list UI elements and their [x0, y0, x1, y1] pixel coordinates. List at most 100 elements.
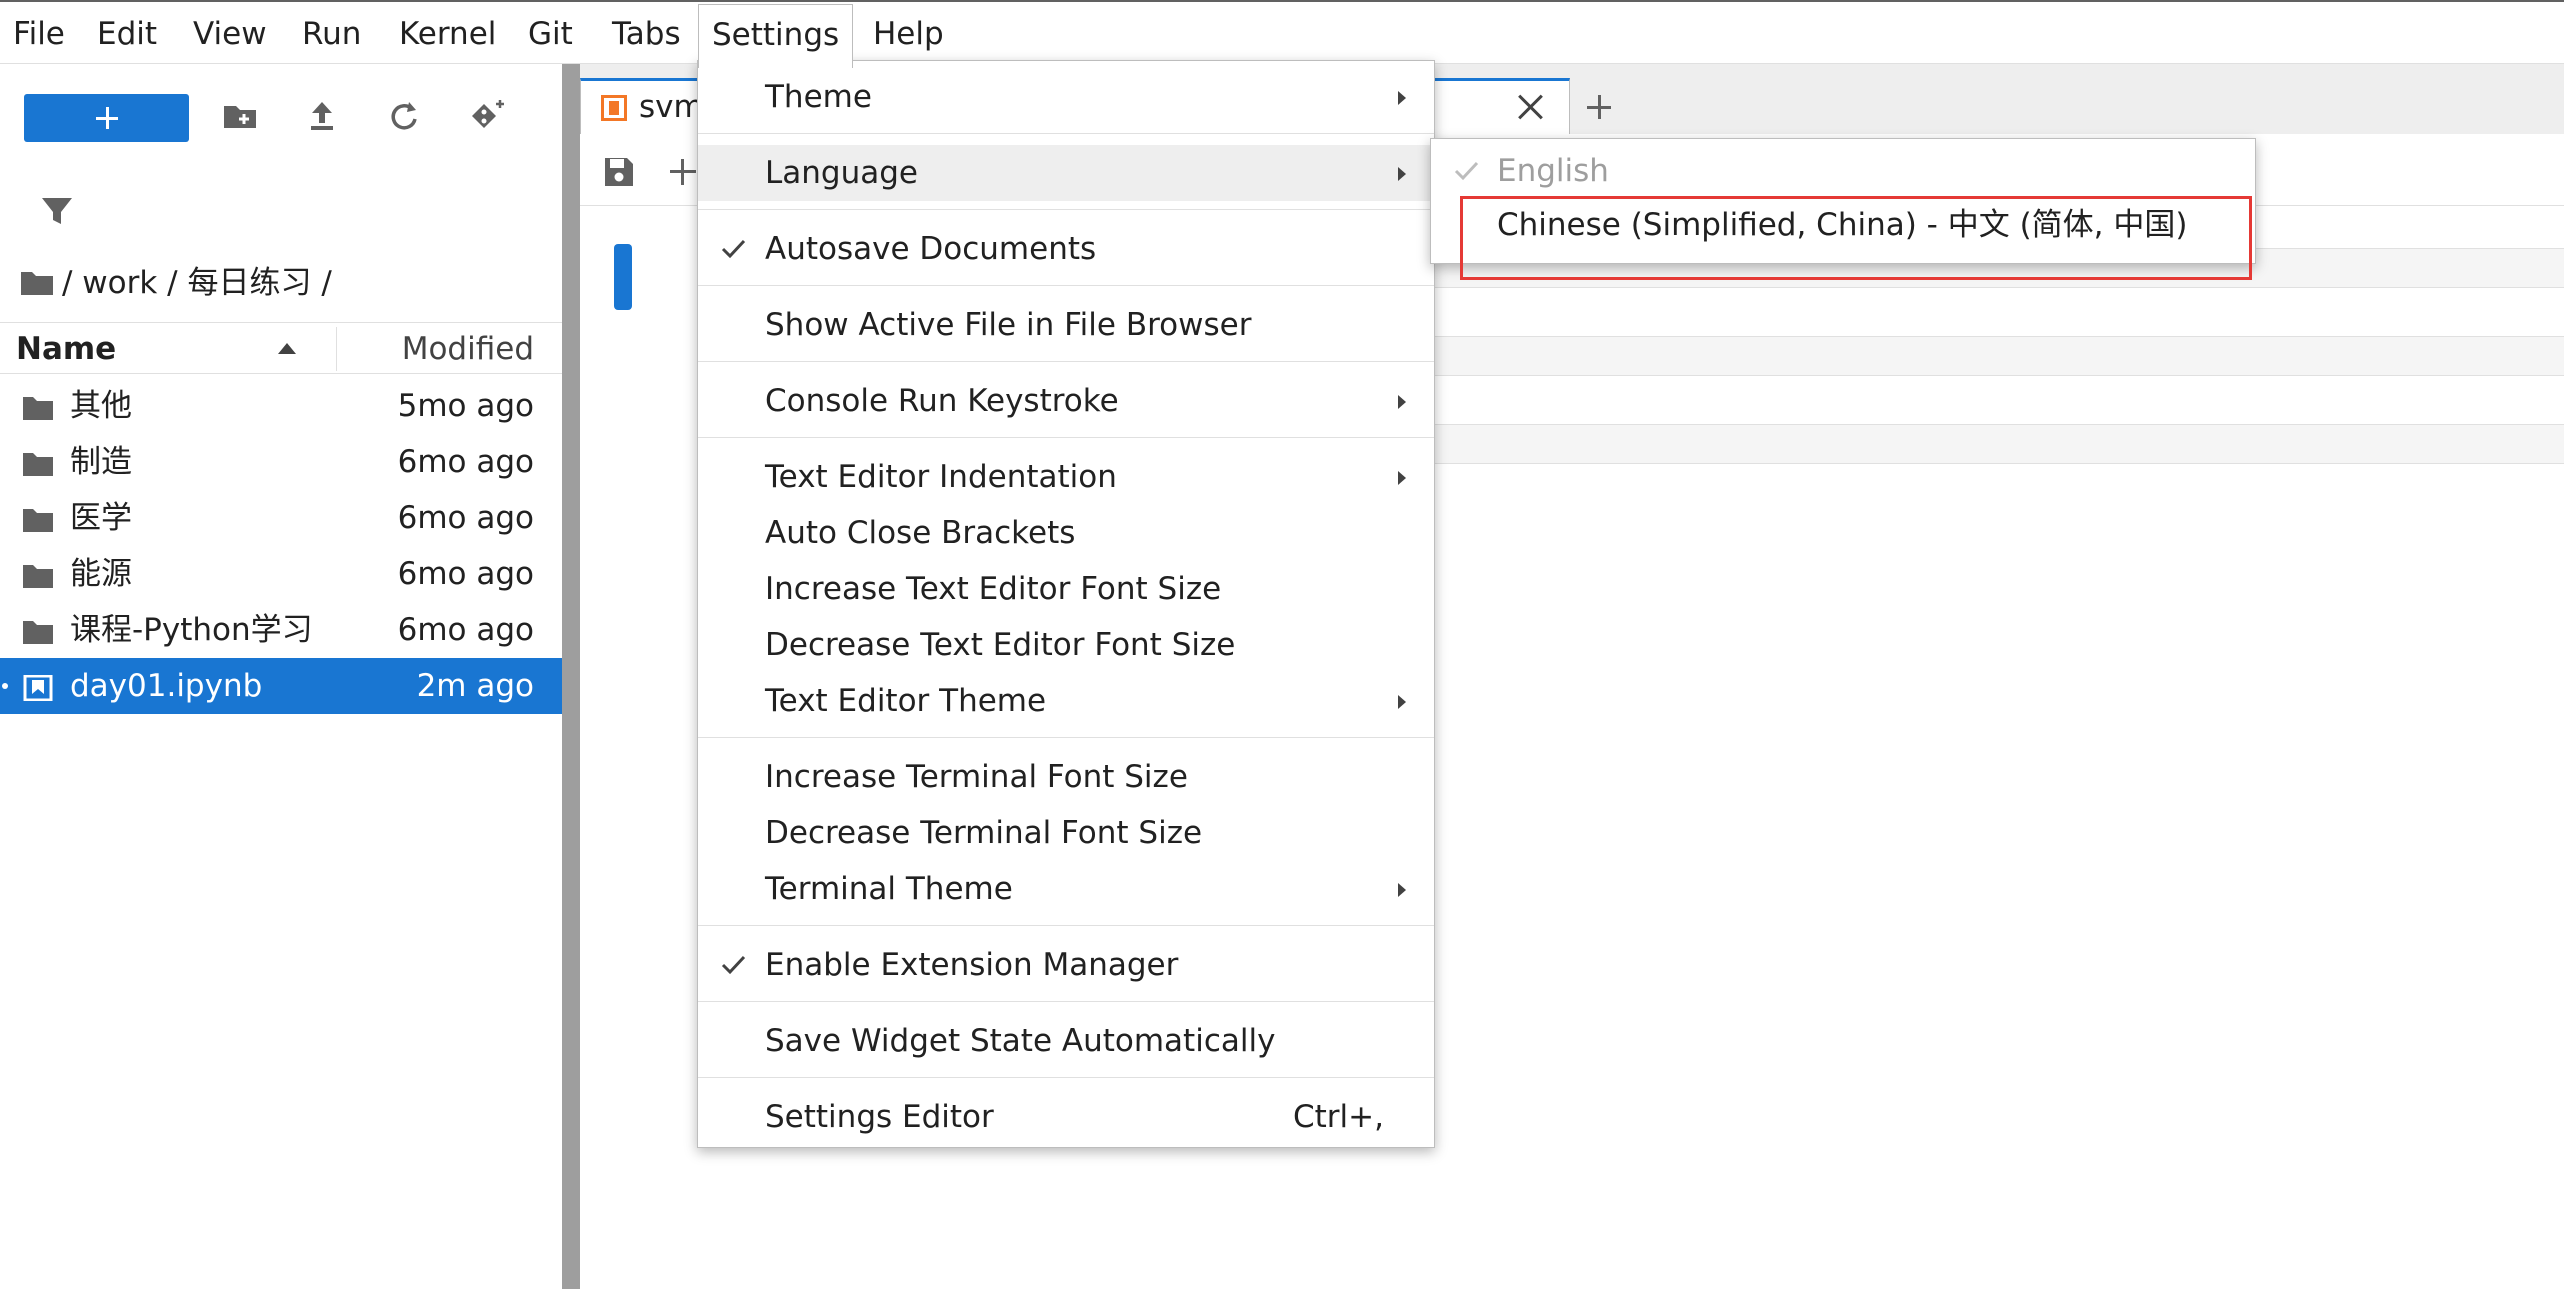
- file-modified: 6mo ago: [397, 556, 534, 592]
- menu-item-theme[interactable]: Theme: [698, 69, 1434, 125]
- notebook-icon: [601, 95, 627, 121]
- save-icon[interactable]: [602, 155, 636, 189]
- menu-help[interactable]: Help: [860, 4, 957, 64]
- git-clone-icon[interactable]: [464, 94, 508, 138]
- settings-dropdown-menu: Theme Language Autosave Documents Show A…: [697, 60, 1435, 1148]
- folder-icon: [22, 505, 54, 532]
- notebook-cell[interactable]: [1430, 424, 2564, 464]
- menu-item-console-run-keystroke[interactable]: Console Run Keystroke: [698, 373, 1434, 429]
- menu-item-label: Increase Terminal Font Size: [765, 759, 1188, 795]
- menu-item-save-widget-state[interactable]: Save Widget State Automatically: [698, 1013, 1434, 1069]
- submenu-arrow-icon: [1398, 167, 1406, 181]
- folder-icon: [22, 561, 54, 588]
- submenu-arrow-icon: [1398, 695, 1406, 709]
- menu-item-label: Settings Editor: [765, 1099, 994, 1135]
- language-submenu: English Chinese (Simplified, China) - 中文…: [1430, 138, 2256, 264]
- menu-item-enable-extension-manager[interactable]: Enable Extension Manager: [698, 937, 1434, 993]
- file-row[interactable]: 医学 6mo ago: [0, 490, 562, 546]
- menu-separator: [698, 1077, 1434, 1078]
- add-cell-icon[interactable]: [666, 155, 700, 189]
- menu-bar: File Edit View Run Kernel Git Tabs Setti…: [0, 0, 2564, 68]
- submenu-arrow-icon: [1398, 395, 1406, 409]
- menu-separator: [698, 925, 1434, 926]
- check-icon: [718, 233, 748, 263]
- file-modified: 6mo ago: [397, 444, 534, 480]
- file-row-selected[interactable]: day01.ipynb 2m ago: [0, 658, 562, 714]
- menu-tabs[interactable]: Tabs: [599, 4, 694, 64]
- menu-item-auto-close-brackets[interactable]: Auto Close Brackets: [698, 505, 1434, 561]
- menu-item-label: Auto Close Brackets: [765, 515, 1076, 551]
- breadcrumb: / work / 每日练习 /: [20, 258, 332, 308]
- submenu-arrow-icon: [1398, 883, 1406, 897]
- menu-item-label: Text Editor Theme: [765, 683, 1047, 719]
- file-name: day01.ipynb: [70, 668, 263, 704]
- menu-file[interactable]: File: [0, 4, 78, 64]
- menu-item-language[interactable]: Language: [698, 145, 1434, 201]
- menu-item-text-editor-theme[interactable]: Text Editor Theme: [698, 673, 1434, 729]
- file-name: 其他: [70, 388, 132, 424]
- file-row[interactable]: 能源 6mo ago: [0, 546, 562, 602]
- menu-view[interactable]: View: [180, 4, 280, 64]
- menu-item-label: Theme: [765, 79, 872, 115]
- menu-item-show-active-file[interactable]: Show Active File in File Browser: [698, 297, 1434, 353]
- running-indicator: [2, 683, 8, 689]
- language-option-english[interactable]: English: [1431, 143, 2255, 199]
- folder-icon: [22, 449, 54, 476]
- menu-run[interactable]: Run: [289, 4, 374, 64]
- menu-item-terminal-theme[interactable]: Terminal Theme: [698, 861, 1434, 917]
- menu-edit[interactable]: Edit: [84, 4, 170, 64]
- file-name: 能源: [70, 556, 132, 592]
- file-name: 课程-Python学习: [70, 612, 313, 648]
- menu-item-decrease-terminal-font[interactable]: Decrease Terminal Font Size: [698, 805, 1434, 861]
- menu-separator: [698, 737, 1434, 738]
- menu-item-label: Autosave Documents: [765, 231, 1097, 267]
- menu-item-autosave-documents[interactable]: Autosave Documents: [698, 221, 1434, 277]
- file-name: 医学: [70, 500, 132, 536]
- file-name: 制造: [70, 444, 132, 480]
- new-launcher-button[interactable]: [24, 94, 189, 142]
- folder-icon[interactable]: [20, 261, 54, 295]
- check-icon: [718, 949, 748, 979]
- submenu-arrow-icon: [1398, 471, 1406, 485]
- column-divider[interactable]: [336, 327, 337, 371]
- column-header-modified[interactable]: Modified: [402, 323, 534, 375]
- check-icon: [1451, 155, 1481, 185]
- menu-item-increase-terminal-font[interactable]: Increase Terminal Font Size: [698, 749, 1434, 805]
- menu-separator: [698, 361, 1434, 362]
- menu-item-settings-editor[interactable]: Settings Editor Ctrl+,: [698, 1089, 1434, 1145]
- new-folder-icon[interactable]: [218, 94, 262, 138]
- close-icon[interactable]: [1516, 93, 1544, 121]
- menu-git[interactable]: Git: [515, 4, 586, 64]
- refresh-icon[interactable]: [382, 94, 426, 138]
- menu-item-shortcut: Ctrl+,: [1293, 1099, 1384, 1135]
- file-modified: 5mo ago: [397, 388, 534, 424]
- notebook-cell[interactable]: [1430, 336, 2564, 376]
- menu-item-label: Save Widget State Automatically: [765, 1023, 1276, 1059]
- filter-icon[interactable]: [36, 190, 80, 234]
- menu-item-increase-text-editor-font[interactable]: Increase Text Editor Font Size: [698, 561, 1434, 617]
- menu-item-label: Console Run Keystroke: [765, 383, 1119, 419]
- file-row[interactable]: 课程-Python学习 6mo ago: [0, 602, 562, 658]
- language-option-chinese-simplified[interactable]: Chinese (Simplified, China) - 中文 (简体, 中国…: [1431, 197, 2255, 253]
- new-tab-button[interactable]: [1576, 82, 1622, 132]
- column-header-name[interactable]: Name: [16, 323, 116, 375]
- sidebar-resize-handle[interactable]: [562, 64, 580, 1289]
- file-row[interactable]: 其他 5mo ago: [0, 378, 562, 434]
- menu-item-label: Decrease Text Editor Font Size: [765, 627, 1236, 663]
- file-modified: 2m ago: [416, 668, 534, 704]
- menu-item-decrease-text-editor-font[interactable]: Decrease Text Editor Font Size: [698, 617, 1434, 673]
- breadcrumb-path[interactable]: / work / 每日练习 /: [62, 265, 332, 301]
- menu-separator: [698, 209, 1434, 210]
- menu-settings[interactable]: Settings: [698, 4, 854, 68]
- menu-item-label: Increase Text Editor Font Size: [765, 571, 1222, 607]
- menu-item-text-editor-indentation[interactable]: Text Editor Indentation: [698, 449, 1434, 505]
- file-list-header: Name Modified: [0, 322, 562, 374]
- file-row[interactable]: 制造 6mo ago: [0, 434, 562, 490]
- menu-kernel[interactable]: Kernel: [386, 4, 509, 64]
- menu-separator: [698, 133, 1434, 134]
- menu-item-label: Terminal Theme: [765, 871, 1013, 907]
- menu-item-label: Decrease Terminal Font Size: [765, 815, 1203, 851]
- upload-icon[interactable]: [300, 94, 344, 138]
- menu-separator: [698, 285, 1434, 286]
- menu-item-label: Show Active File in File Browser: [765, 307, 1252, 343]
